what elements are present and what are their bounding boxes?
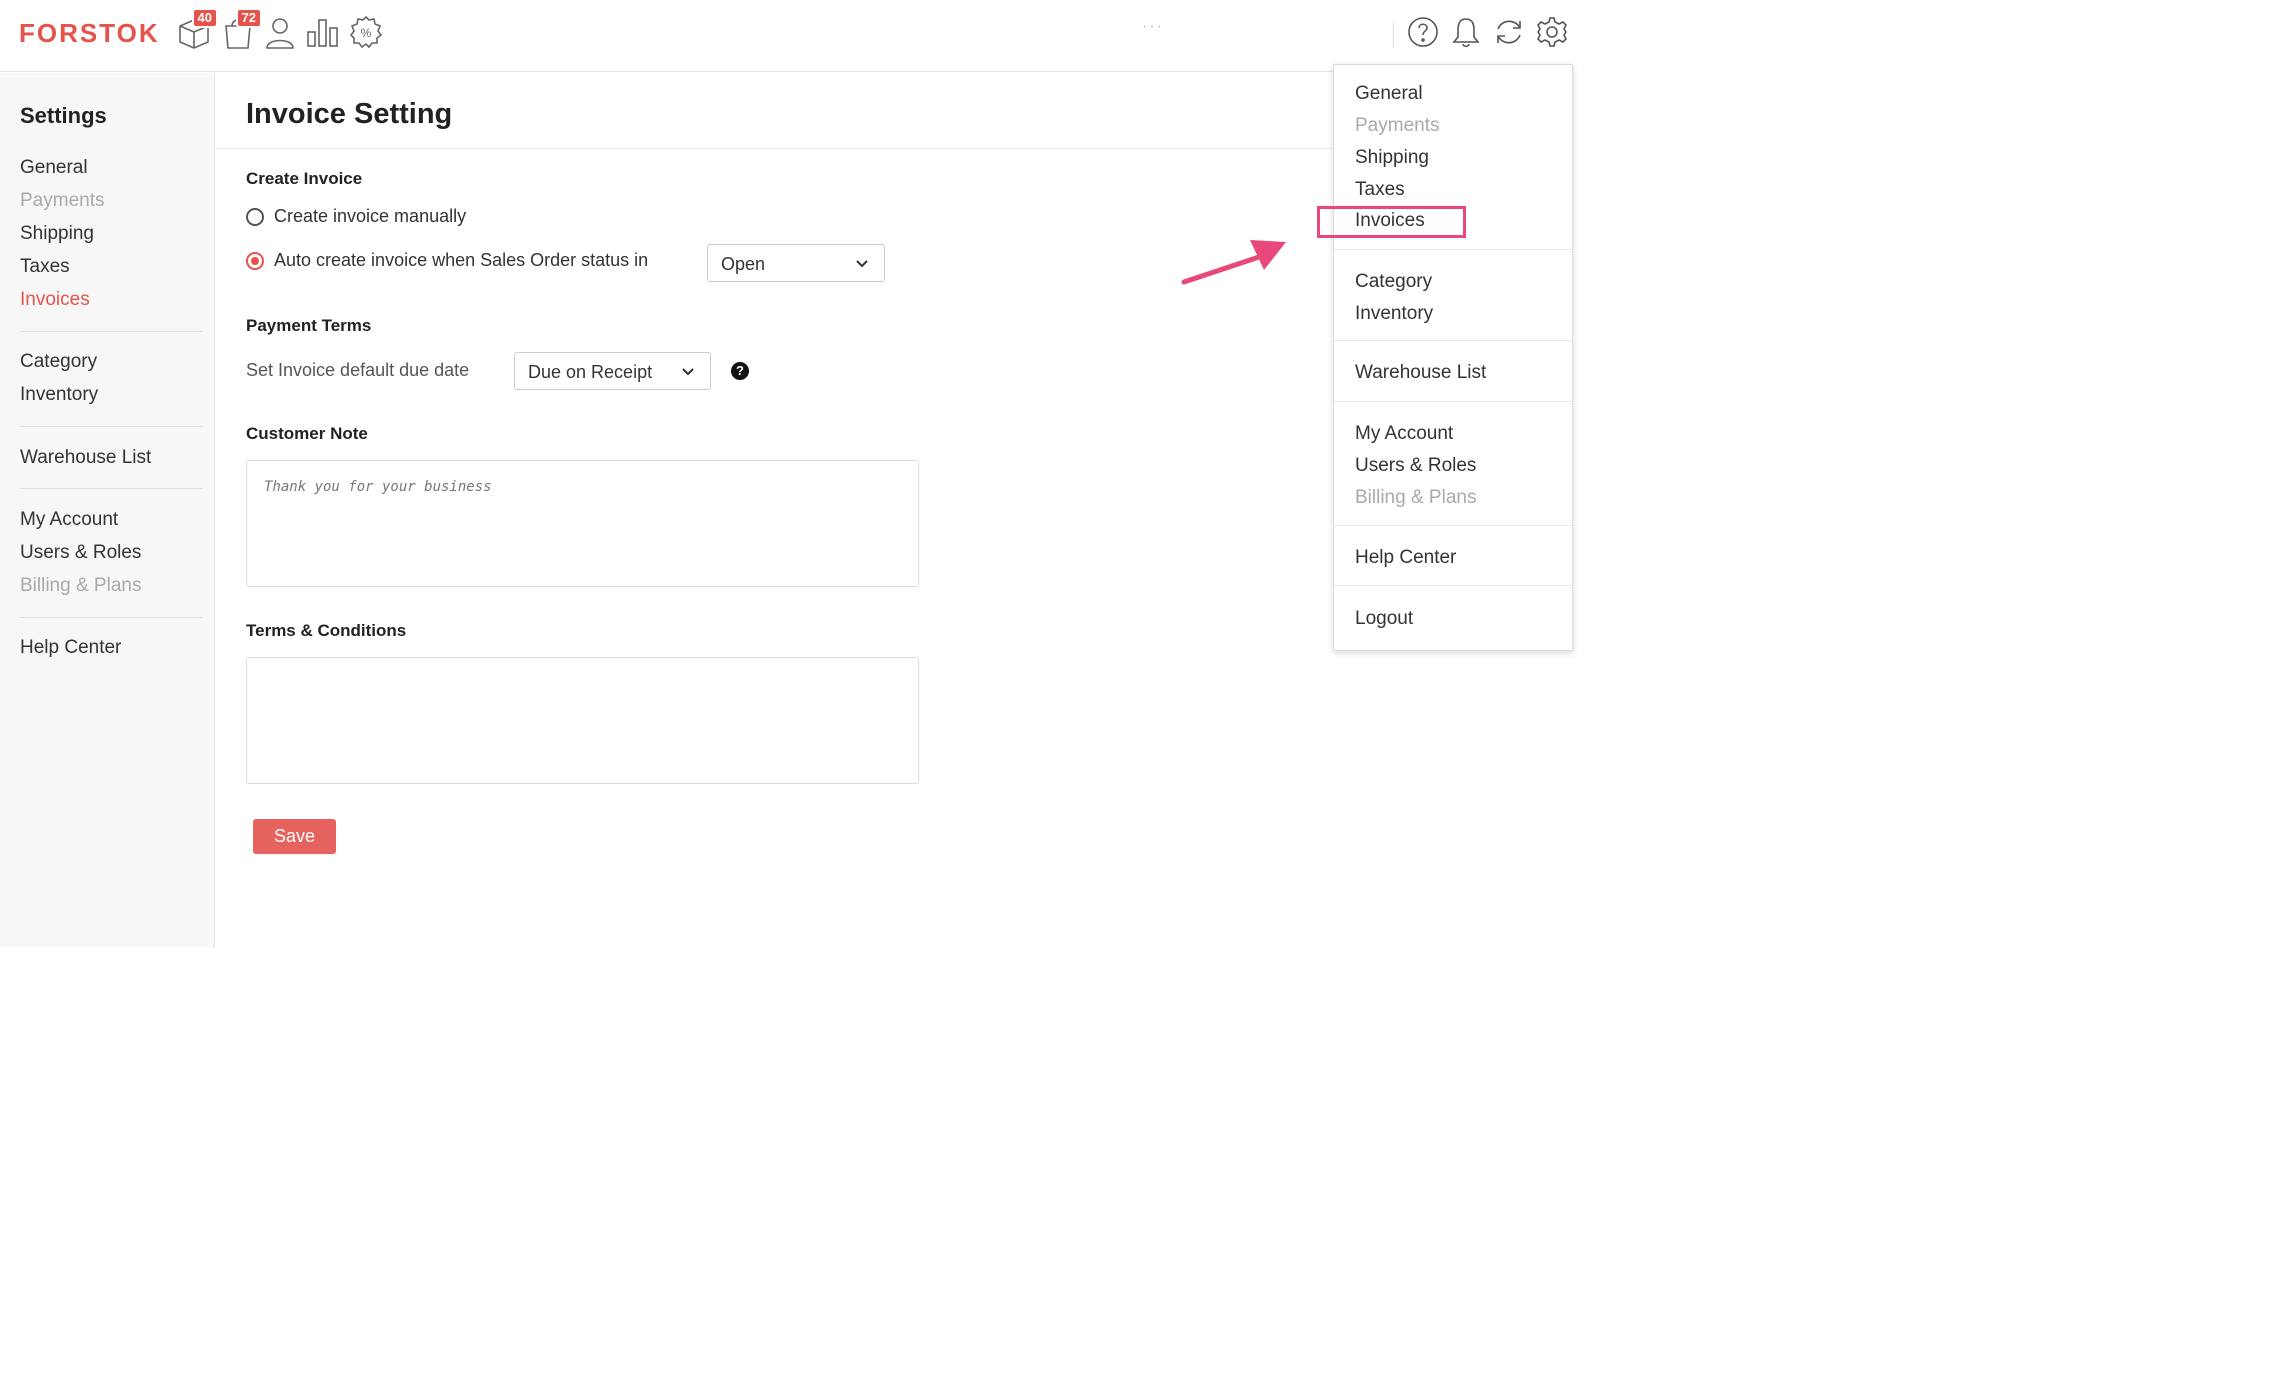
bag-count-badge: 72	[235, 8, 262, 28]
customer-note-label: Customer Note	[246, 424, 368, 443]
chevron-down-icon	[856, 260, 868, 268]
sidebar-item-taxes[interactable]: Taxes	[20, 256, 70, 278]
sidebar-item-help-center[interactable]: Help Center	[20, 637, 121, 659]
menu-item-payments[interactable]: Payments	[1355, 115, 1439, 137]
menu-item-category[interactable]: Category	[1355, 271, 1432, 293]
due-date-value: Due on Receipt	[528, 362, 653, 382]
sidebar-item-general[interactable]: General	[20, 157, 88, 179]
package-icon[interactable]: 40	[176, 8, 218, 50]
sidebar-divider	[20, 331, 203, 332]
orders-count-badge: 40	[191, 8, 218, 28]
shopping-bag-icon[interactable]: 72	[220, 8, 262, 50]
sidebar-item-inventory[interactable]: Inventory	[20, 384, 98, 406]
svg-text:%: %	[361, 26, 372, 40]
payment-terms-label: Payment Terms	[246, 316, 372, 335]
menu-divider	[1334, 401, 1574, 402]
due-date-label: Set Invoice default due date	[246, 360, 470, 380]
menu-item-help-center[interactable]: Help Center	[1355, 547, 1456, 569]
sidebar-item-users-roles[interactable]: Users & Roles	[20, 542, 141, 564]
radio-manual[interactable]	[246, 207, 264, 226]
discount-badge-icon[interactable]: %	[348, 14, 384, 50]
sidebar-item-invoices[interactable]: Invoices	[20, 289, 90, 311]
sidebar-item-payments[interactable]: Payments	[20, 190, 104, 212]
gear-icon[interactable]	[1536, 16, 1568, 48]
menu-item-logout[interactable]: Logout	[1355, 608, 1413, 630]
help-circle-icon[interactable]	[1407, 16, 1439, 48]
settings-sidebar: Settings General Payments Shipping Taxes…	[0, 73, 215, 947]
page-title: Invoice Setting	[246, 98, 453, 130]
menu-item-my-account[interactable]: My Account	[1355, 423, 1453, 445]
menu-item-inventory[interactable]: Inventory	[1355, 303, 1433, 325]
top-bar: FORSTOK 40 72 % ···	[0, 0, 1568, 72]
menu-item-shipping[interactable]: Shipping	[1355, 147, 1429, 169]
ellipsis: ···	[1142, 18, 1164, 35]
divider	[1393, 22, 1394, 48]
sidebar-divider	[20, 488, 203, 489]
pointer-arrow-icon	[1181, 240, 1286, 285]
create-auto-label: Auto create invoice when Sales Order sta…	[274, 250, 649, 270]
menu-divider	[1334, 340, 1574, 341]
sidebar-divider	[20, 426, 203, 427]
bell-icon[interactable]	[1450, 16, 1482, 48]
user-icon[interactable]	[262, 14, 298, 50]
radio-auto[interactable]	[246, 251, 264, 270]
bar-chart-icon[interactable]	[305, 14, 341, 50]
create-invoice-label: Create Invoice	[246, 169, 363, 188]
terms-conditions-textarea[interactable]	[246, 657, 919, 784]
sidebar-item-category[interactable]: Category	[20, 351, 97, 373]
invoices-highlight-box	[1317, 206, 1466, 238]
sidebar-divider	[20, 617, 203, 618]
chevron-down-icon	[682, 368, 694, 376]
sidebar-item-shipping[interactable]: Shipping	[20, 223, 94, 245]
sync-icon[interactable]	[1493, 16, 1525, 48]
menu-divider	[1334, 525, 1574, 526]
due-date-select[interactable]: Due on Receipt	[514, 352, 711, 390]
create-manual-label: Create invoice manually	[274, 206, 467, 226]
menu-item-warehouse-list[interactable]: Warehouse List	[1355, 362, 1486, 384]
help-question-icon[interactable]: ?	[731, 362, 749, 380]
sidebar-title: Settings	[20, 103, 107, 128]
menu-item-billing-plans[interactable]: Billing & Plans	[1355, 487, 1476, 509]
title-divider	[216, 148, 1336, 149]
sidebar-item-warehouse-list[interactable]: Warehouse List	[20, 447, 151, 469]
settings-dropdown-menu: General Payments Shipping Taxes Invoices…	[1333, 64, 1574, 651]
menu-divider	[1334, 585, 1574, 586]
menu-divider	[1334, 249, 1574, 250]
brand-logo[interactable]: FORSTOK	[19, 18, 160, 49]
terms-conditions-label: Terms & Conditions	[246, 621, 407, 640]
sales-order-status-select[interactable]: Open	[707, 244, 885, 282]
menu-item-users-roles[interactable]: Users & Roles	[1355, 455, 1476, 477]
menu-item-general[interactable]: General	[1355, 83, 1423, 105]
customer-note-textarea[interactable]: Thank you for your business	[246, 460, 919, 587]
save-button[interactable]: Save	[253, 819, 336, 854]
sidebar-item-my-account[interactable]: My Account	[20, 509, 118, 531]
create-manual-option[interactable]: Create invoice manually	[246, 206, 466, 227]
create-auto-option[interactable]: Auto create invoice when Sales Order sta…	[246, 250, 648, 271]
menu-item-taxes[interactable]: Taxes	[1355, 179, 1405, 201]
sidebar-item-billing-plans[interactable]: Billing & Plans	[20, 575, 141, 597]
sales-order-status-value: Open	[721, 254, 766, 274]
